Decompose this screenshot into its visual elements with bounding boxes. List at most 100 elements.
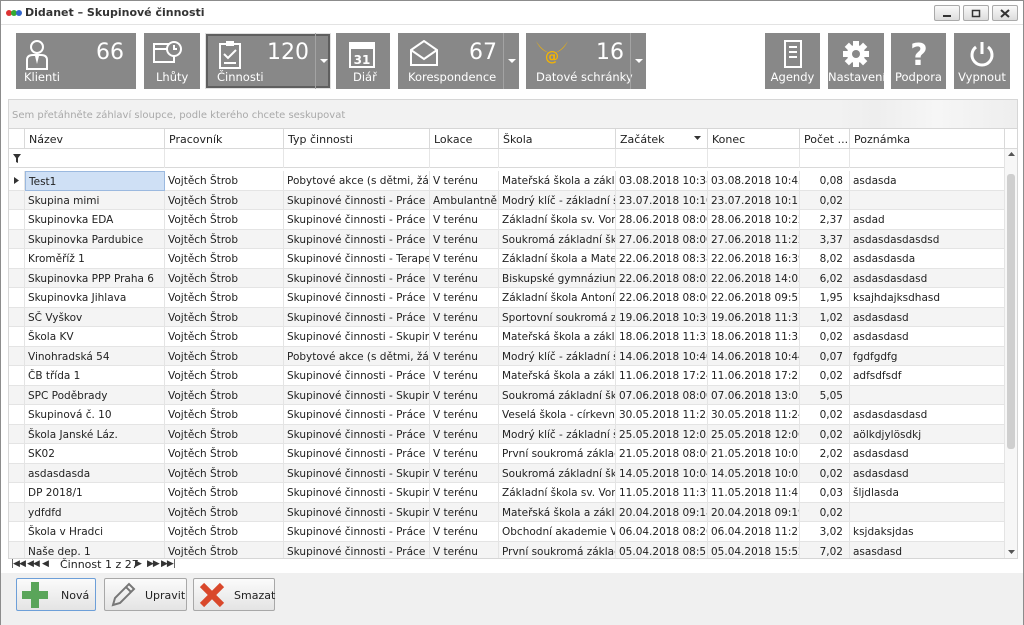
tile-cinnosti[interactable]: 120 Činnosti <box>205 33 331 89</box>
cell-typ-cinnosti[interactable]: Skupinové činnosti - Práce s… <box>284 307 430 327</box>
cell-pracovnik[interactable]: Vojtěch Štrob <box>165 288 284 308</box>
cell-pocet[interactable]: 6,02 <box>800 268 850 288</box>
cell-pocet[interactable]: 0,02 <box>800 327 850 347</box>
cell-skola[interactable]: Mateřská škola a zákl… <box>499 366 616 386</box>
table-row[interactable]: SČ Vyškov Vojtěch Štrob Skupinové činnosti… <box>9 307 1005 327</box>
cell-pracovnik[interactable]: Vojtěch Štrob <box>165 229 284 249</box>
table-row[interactable]: Skupinová č. 10 Vojtěch Štrob Skupinové či… <box>9 405 1005 425</box>
tile-podpora[interactable]: ? Podpora <box>891 33 946 89</box>
table-row[interactable]: Skupina mimi Vojtěch Štrob Skupinové činno… <box>9 190 1005 210</box>
table-row[interactable]: Skupinovka Jihlava Vojtěch Štrob Skupinové… <box>9 288 1005 308</box>
cell-pocet[interactable]: 0,03 <box>800 483 850 503</box>
cell-lokace[interactable]: V terénu <box>430 424 499 444</box>
cell-zacatek[interactable]: 22.06.2018 08:00 <box>616 288 708 308</box>
cell-nazev[interactable]: Skupina mimi <box>25 190 165 210</box>
datove-dropdown[interactable] <box>630 33 646 89</box>
column-header-poznamka[interactable]: Poznámka <box>850 129 1005 149</box>
cell-nazev[interactable]: SPC Poděbrady <box>25 385 165 405</box>
cell-konec[interactable]: 22.06.2018 09:57 <box>708 288 800 308</box>
row-indicator[interactable] <box>9 249 25 269</box>
cell-konec[interactable]: 25.05.2018 12:06 <box>708 424 800 444</box>
cell-lokace[interactable]: V terénu <box>430 210 499 230</box>
group-by-panel[interactable]: Sem přetáhněte záhlaví sloupce, podle kt… <box>8 99 1018 129</box>
row-indicator[interactable] <box>9 171 25 191</box>
filter-cell-skola[interactable] <box>499 149 616 168</box>
cell-zacatek[interactable]: 25.05.2018 12:05 <box>616 424 708 444</box>
filter-cell-poznamka[interactable] <box>850 149 1005 168</box>
cell-poznamka[interactable]: aölkdjylösdkj <box>850 424 1005 444</box>
cell-poznamka[interactable]: asdasdasdasd <box>850 268 1005 288</box>
cell-zacatek[interactable]: 20.04.2018 09:18 <box>616 502 708 522</box>
cell-nazev[interactable]: Škola KV <box>25 327 165 347</box>
cell-nazev[interactable]: Vinohradská 54 <box>25 346 165 366</box>
cell-pocet[interactable]: 5,05 <box>800 385 850 405</box>
title-bar[interactable]: Didanet – Skupinové činnosti <box>1 1 1023 25</box>
cell-pocet[interactable]: 0,02 <box>800 405 850 425</box>
cell-konec[interactable]: 14.05.2018 10:05 <box>708 463 800 483</box>
table-row[interactable]: Skupinovka PPP Praha 6 Vojtěch Štrob Skupi… <box>9 268 1005 288</box>
cell-typ-cinnosti[interactable]: Skupinové činnosti - Skupino… <box>284 385 430 405</box>
cell-typ-cinnosti[interactable]: Skupinové činnosti - Skupino… <box>284 463 430 483</box>
row-indicator[interactable] <box>9 444 25 464</box>
korespondence-dropdown[interactable] <box>503 33 519 89</box>
cell-nazev[interactable]: DP 2018/1 <box>25 483 165 503</box>
cell-pracovnik[interactable]: Vojtěch Štrob <box>165 327 284 347</box>
cell-zacatek[interactable]: 22.06.2018 08:38 <box>616 249 708 269</box>
cell-poznamka[interactable]: adfsdfsdf <box>850 366 1005 386</box>
cell-lokace[interactable]: V terénu <box>430 249 499 269</box>
cell-pocet[interactable]: 7,02 <box>800 541 850 558</box>
table-row[interactable]: Škola Janské Láz. Vojtěch Štrob Skupinové … <box>9 424 1005 444</box>
cell-typ-cinnosti[interactable]: Skupinové činnosti - Skupino… <box>284 483 430 503</box>
cell-zacatek[interactable]: 07.06.2018 08:00 <box>616 385 708 405</box>
cell-poznamka[interactable]: asdad <box>850 210 1005 230</box>
table-row[interactable]: Skupinovka Pardubice Vojtěch Štrob Skupino… <box>9 229 1005 249</box>
cell-skola[interactable]: Modrý klíč - základní š… <box>499 424 616 444</box>
cell-poznamka[interactable]: asdasdasd <box>850 463 1005 483</box>
filter-cell-lokace[interactable] <box>430 149 499 168</box>
cell-nazev[interactable]: Kroměříž 1 <box>25 249 165 269</box>
cell-pocet[interactable]: 0,02 <box>800 502 850 522</box>
table-row[interactable]: Kroměříž 1 Vojtěch Štrob Skupinové činnost… <box>9 249 1005 269</box>
cell-typ-cinnosti[interactable]: Skupinové činnosti - Práce s… <box>284 366 430 386</box>
table-row[interactable]: SK02 Vojtěch Štrob Skupinové činnosti - Pr… <box>9 444 1005 464</box>
cell-lokace[interactable]: V terénu <box>430 522 499 542</box>
cell-typ-cinnosti[interactable]: Skupinové činnosti - Práce s… <box>284 522 430 542</box>
column-header-pracovnik[interactable]: Pracovník <box>165 129 284 149</box>
cell-poznamka[interactable]: asdasda <box>850 171 1005 191</box>
cell-konec[interactable]: 11.05.2018 11:41 <box>708 483 800 503</box>
cell-pracovnik[interactable]: Vojtěch Štrob <box>165 405 284 425</box>
cell-typ-cinnosti[interactable]: Skupinové činnosti - Skupino… <box>284 327 430 347</box>
table-row[interactable]: DP 2018/1 Vojtěch Štrob Skupinové činnosti… <box>9 483 1005 503</box>
row-indicator[interactable] <box>9 502 25 522</box>
tile-korespondence[interactable]: 67 Korespondence <box>398 33 519 89</box>
cell-konec[interactable]: 03.08.2018 10:43 <box>708 171 800 191</box>
cell-skola[interactable]: Biskupské gymnázium,… <box>499 268 616 288</box>
filter-cell-zacatek[interactable] <box>616 149 708 168</box>
cell-skola[interactable]: Veselá škola - církevní… <box>499 405 616 425</box>
cell-lokace[interactable]: V terénu <box>430 444 499 464</box>
cell-konec[interactable]: 11.06.2018 17:25 <box>708 366 800 386</box>
cell-lokace[interactable]: V terénu <box>430 327 499 347</box>
cell-zacatek[interactable]: 30.05.2018 11:23 <box>616 405 708 425</box>
cell-lokace[interactable]: V terénu <box>430 502 499 522</box>
cell-nazev[interactable]: Test1 <box>25 171 165 191</box>
new-button[interactable]: Nová <box>16 578 96 611</box>
cell-typ-cinnosti[interactable]: Skupinové činnosti - Práce s… <box>284 444 430 464</box>
row-indicator[interactable] <box>9 210 25 230</box>
tile-nastaveni[interactable]: Nastavení <box>828 33 884 89</box>
cell-poznamka[interactable]: asdasdasd <box>850 327 1005 347</box>
cell-nazev[interactable]: SK02 <box>25 444 165 464</box>
tile-diar[interactable]: 31 Diář <box>336 33 390 89</box>
cell-typ-cinnosti[interactable]: Skupinové činnosti - Práce s… <box>284 405 430 425</box>
row-indicator[interactable] <box>9 190 25 210</box>
table-row[interactable]: SPC Poděbrady Vojtěch Štrob Skupinové činn… <box>9 385 1005 405</box>
filter-cell-pocet[interactable] <box>800 149 850 168</box>
cell-skola[interactable]: Mateřská škola a základ… <box>499 171 616 191</box>
cell-typ-cinnosti[interactable]: Pobytové akce (s dětmi, žák… <box>284 171 430 191</box>
cell-skola[interactable]: Mateřská škola a zákl… <box>499 327 616 347</box>
prev-page-icon[interactable]: ◀◀ <box>27 559 40 569</box>
last-record-icon[interactable]: ▶▶| <box>161 559 176 569</box>
cell-skola[interactable]: Základní škola a Mateř… <box>499 249 616 269</box>
cell-pocet[interactable]: 0,02 <box>800 190 850 210</box>
tile-klienti[interactable]: 66 Klienti <box>16 33 136 89</box>
